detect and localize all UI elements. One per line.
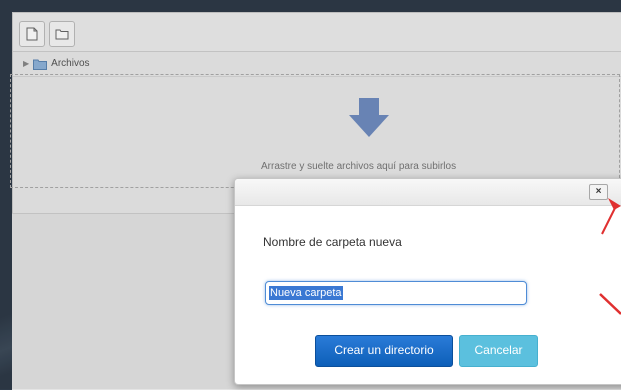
folder-name-selected-text: Nueva carpeta <box>269 286 343 300</box>
folder-name-label: Nombre de carpeta nueva <box>263 235 402 249</box>
new-folder-dialog: × Nombre de carpeta nueva Nueva carpeta … <box>234 178 621 385</box>
annotation-arrow-icon <box>601 198 621 235</box>
dialog-header: × <box>235 179 621 206</box>
annotation-line-icon <box>599 293 621 315</box>
cancel-button[interactable]: Cancelar <box>459 335 538 367</box>
create-directory-button[interactable]: Crear un directorio <box>315 335 453 367</box>
